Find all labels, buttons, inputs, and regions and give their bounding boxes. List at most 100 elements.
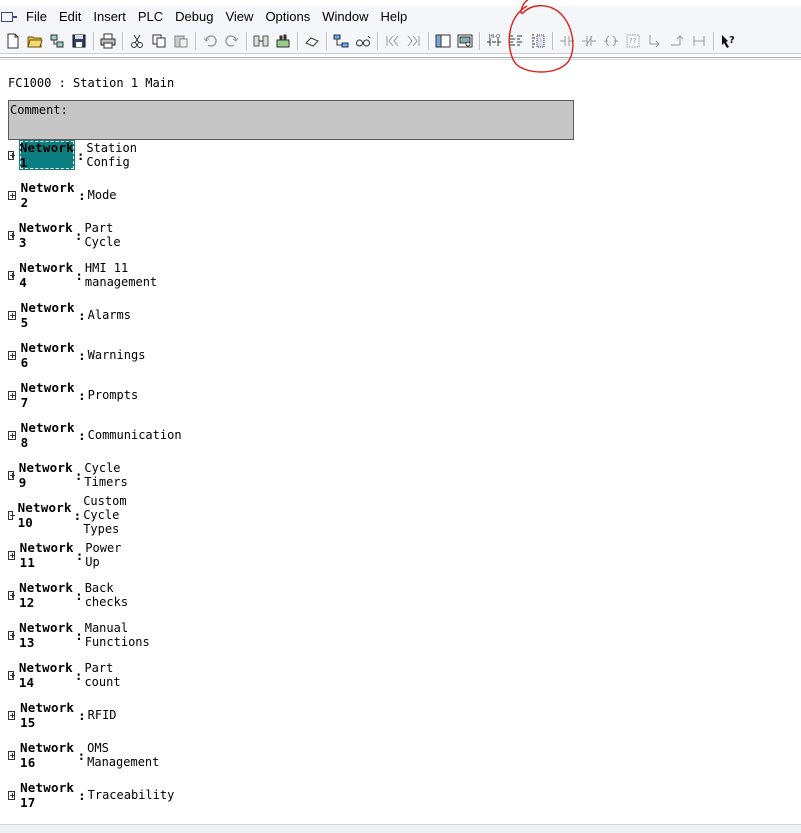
network-title[interactable]: Alarms [88, 308, 131, 322]
network-label[interactable]: Network 3 [19, 220, 73, 250]
expand-plus-icon[interactable] [8, 710, 16, 720]
network-title[interactable]: Station Config [86, 141, 140, 169]
online-icon[interactable] [46, 30, 68, 52]
monitor-glasses-icon[interactable] [352, 30, 374, 52]
expand-plus-icon[interactable] [8, 550, 15, 560]
network-row[interactable]: Network 15: RFID [8, 700, 117, 730]
network-row[interactable]: Network 6: Warnings [8, 340, 146, 370]
network-row[interactable]: Network 11: Power Up [8, 540, 124, 570]
network-title[interactable]: Custom Cycle Types [83, 494, 131, 536]
overview-panel-icon[interactable] [432, 30, 454, 52]
menu-help[interactable]: Help [375, 7, 414, 27]
block-comment-field[interactable]: Comment: [8, 100, 574, 140]
network-row[interactable]: Network 12: Back checks [8, 580, 131, 610]
network-title[interactable]: Manual Functions [85, 621, 153, 649]
network-title[interactable]: Back checks [85, 581, 131, 609]
network-row[interactable]: Network 3: Part Cycle [8, 220, 124, 250]
network-row[interactable]: Network 7: Prompts [8, 380, 139, 410]
network-row[interactable]: Network 16: OMS Management [8, 740, 160, 770]
network-row[interactable]: Network 14: Part count [8, 660, 124, 690]
network-label[interactable]: Network 16 [20, 740, 76, 770]
network-row[interactable]: Network 1: Station Config [8, 140, 140, 170]
network-label[interactable]: Network 5 [21, 300, 77, 330]
menu-plc[interactable]: PLC [132, 7, 169, 27]
empty-box-icon[interactable]: ?? [622, 30, 644, 52]
expand-plus-icon[interactable] [8, 470, 15, 480]
menu-debug[interactable]: Debug [169, 7, 219, 27]
expand-plus-icon[interactable] [8, 590, 16, 600]
network-row[interactable]: Network 4: HMI 11 management [8, 260, 160, 290]
expand-plus-icon[interactable] [8, 750, 16, 760]
network-label[interactable]: Network 9 [19, 460, 73, 490]
network-label[interactable]: Network 11 [20, 540, 74, 570]
app-window-icon[interactable] [1, 12, 17, 22]
new-file-icon[interactable] [2, 30, 24, 52]
expand-plus-icon[interactable] [8, 310, 16, 320]
menu-edit[interactable]: Edit [53, 7, 87, 27]
expand-plus-icon[interactable] [8, 670, 15, 680]
menu-view[interactable]: View [219, 7, 259, 27]
nc-contact-icon[interactable] [578, 30, 600, 52]
context-help-icon[interactable]: ? [717, 30, 739, 52]
expand-plus-icon[interactable] [8, 150, 15, 160]
expand-plus-icon[interactable] [8, 430, 16, 440]
details-panel-icon[interactable] [454, 30, 476, 52]
expand-plus-icon[interactable] [8, 190, 16, 200]
network-row[interactable]: Network 17: Traceability [8, 780, 175, 810]
upload-icon[interactable] [272, 30, 294, 52]
network-title[interactable]: Mode [88, 188, 117, 202]
network-title[interactable]: Prompts [88, 388, 139, 402]
network-label[interactable]: Network 6 [21, 340, 77, 370]
network-label[interactable]: Network 14 [19, 660, 73, 690]
expand-plus-icon[interactable] [8, 350, 16, 360]
network-title[interactable]: Power Up [85, 541, 123, 569]
network-label[interactable]: Network 10 [18, 500, 72, 530]
copy-icon[interactable] [148, 30, 170, 52]
network-title[interactable]: RFID [88, 708, 117, 722]
expand-plus-icon[interactable] [8, 390, 16, 400]
open-folder-icon[interactable] [24, 30, 46, 52]
expand-plus-icon[interactable] [8, 230, 15, 240]
menu-options[interactable]: Options [259, 7, 316, 27]
no-contact-icon[interactable] [556, 30, 578, 52]
network-label[interactable]: Network 17 [20, 780, 76, 810]
network-title[interactable]: Warnings [88, 348, 146, 362]
expand-plus-icon[interactable] [8, 510, 15, 520]
menu-insert[interactable]: Insert [87, 7, 132, 27]
network-title[interactable]: HMI 11 management [85, 261, 160, 289]
network-title[interactable]: Traceability [88, 788, 175, 802]
redo-icon[interactable] [221, 30, 243, 52]
ladder-view-icon[interactable]: HI-O [483, 30, 505, 52]
branch-connection-icon[interactable] [688, 30, 710, 52]
save-icon[interactable] [68, 30, 90, 52]
network-title[interactable]: Part Cycle [84, 221, 123, 249]
network-label[interactable]: Network 4 [19, 260, 73, 290]
network-title[interactable]: Communication [88, 428, 182, 442]
erase-icon[interactable] [301, 30, 323, 52]
expand-plus-icon[interactable] [8, 630, 16, 640]
print-icon[interactable] [97, 30, 119, 52]
undo-icon[interactable] [199, 30, 221, 52]
network-label[interactable]: Network 2 [21, 180, 77, 210]
network-row[interactable]: Network 9: Cycle Timers [8, 460, 131, 490]
network-label[interactable]: Network 1 [18, 140, 75, 170]
menu-window[interactable]: Window [316, 7, 374, 27]
cut-icon[interactable] [126, 30, 148, 52]
stl-view-icon[interactable] [505, 30, 527, 52]
next-network-icon[interactable] [403, 30, 425, 52]
network-label[interactable]: Network 8 [21, 420, 77, 450]
network-label[interactable]: Network 7 [21, 380, 77, 410]
expand-plus-icon[interactable] [8, 270, 16, 280]
coil-icon[interactable] [600, 30, 622, 52]
network-title[interactable]: Part count [84, 661, 123, 689]
network-row[interactable]: Network 2: Mode [8, 180, 117, 210]
network-row[interactable]: Network 13: Manual Functions [8, 620, 153, 650]
fbd-view-icon[interactable] [527, 30, 549, 52]
network-row[interactable]: Network 5: Alarms [8, 300, 131, 330]
network-label[interactable]: Network 13 [19, 620, 73, 650]
network-title[interactable]: OMS Management [87, 741, 160, 769]
download-icon[interactable] [250, 30, 272, 52]
accessible-nodes-icon[interactable] [330, 30, 352, 52]
paste-icon[interactable] [170, 30, 192, 52]
expand-plus-icon[interactable] [8, 790, 16, 800]
